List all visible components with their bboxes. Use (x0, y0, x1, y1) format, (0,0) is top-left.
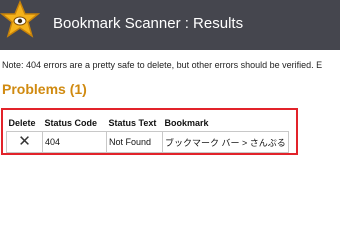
app-header: Bookmark Scanner : Results (0, 0, 340, 50)
problems-heading: Problems (1) (2, 81, 87, 97)
bookmark-cell: ブックマーク バー > さんぷる (162, 131, 289, 153)
info-note: Note: 404 errors are a pretty safe to de… (2, 60, 323, 70)
star-eye-logo-icon (0, 0, 40, 38)
column-header-status-code: Status Code (42, 114, 107, 132)
problems-table: Delete Status Code Status Text Bookmark … (6, 114, 289, 153)
app-title: Bookmark Scanner : Results (53, 15, 244, 32)
column-header-status-text: Status Text (106, 114, 163, 132)
table-header-row: Delete Status Code Status Text Bookmark (6, 114, 289, 132)
status-text-cell: Not Found (106, 131, 163, 153)
column-header-delete: Delete (6, 114, 43, 132)
problems-table-frame: Delete Status Code Status Text Bookmark … (1, 108, 298, 155)
status-code-cell: 404 (42, 131, 107, 153)
column-header-bookmark: Bookmark (162, 114, 289, 132)
delete-cell: ✕ (6, 131, 43, 153)
close-icon[interactable]: ✕ (18, 134, 31, 149)
table-row: ✕ 404 Not Found ブックマーク バー > さんぷる (6, 131, 289, 153)
